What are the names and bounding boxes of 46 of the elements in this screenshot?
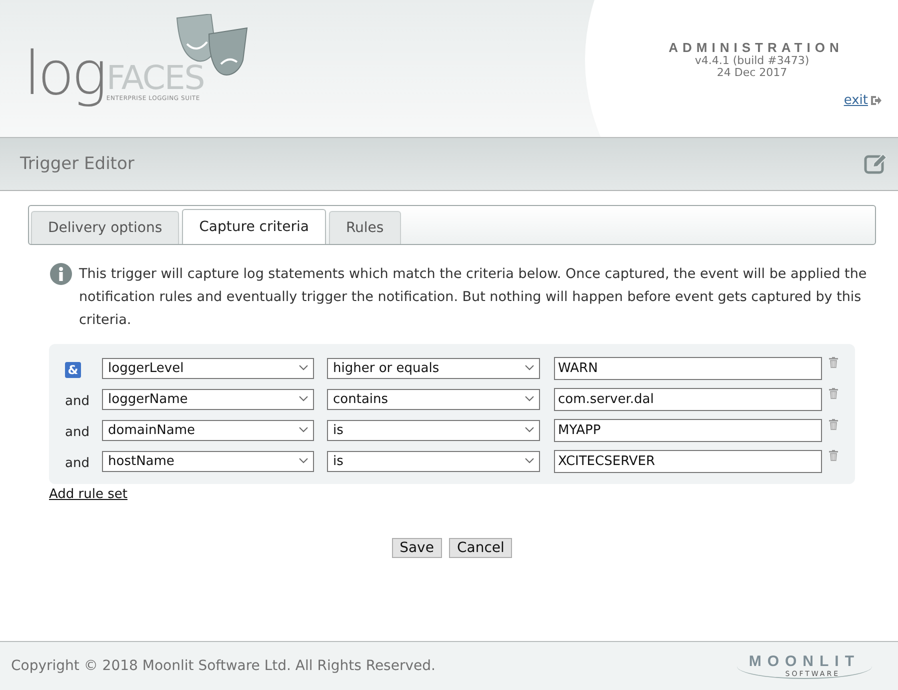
edit-icon[interactable] xyxy=(864,153,888,175)
logo-text: MOONLIT xyxy=(748,654,860,670)
value-field[interactable]: MYAPP xyxy=(554,418,822,442)
connector-text: and xyxy=(65,456,90,470)
form-button[interactable]: Save xyxy=(392,538,442,558)
page-title: Trigger Editor xyxy=(20,154,134,174)
date-text: 24 Dec 2017 xyxy=(716,67,788,79)
field-dropdown[interactable]: domainName xyxy=(102,420,314,440)
info-icon xyxy=(50,263,72,285)
trash-icon[interactable] xyxy=(829,450,838,461)
chevron-icon xyxy=(525,365,534,371)
trash-icon[interactable] xyxy=(829,419,838,430)
chevron-icon xyxy=(299,365,308,371)
logo-text: log xyxy=(24,44,104,104)
exit-link[interactable]: exit xyxy=(844,93,868,108)
value-field[interactable]: WARN xyxy=(554,356,822,380)
field-dropdown[interactable]: loggerName xyxy=(102,388,314,410)
chevron-icon xyxy=(299,427,308,433)
field-dropdown[interactable]: loggerLevel xyxy=(102,358,314,378)
tab[interactable]: Capture criteria xyxy=(182,209,326,244)
version-text: v4.4.1 (build #3473) xyxy=(694,55,810,67)
tab[interactable]: Rules xyxy=(328,211,401,244)
and-badge: & xyxy=(65,362,81,378)
value-field[interactable]: XCITECSERVER xyxy=(554,450,822,472)
operator-dropdown[interactable]: higher or equals xyxy=(327,358,540,378)
trash-icon[interactable] xyxy=(829,388,838,399)
form-button[interactable]: Cancel xyxy=(448,538,512,558)
copyright-text: Copyright © 2018 Moonlit Software Ltd. All Rights Reserved. xyxy=(11,658,436,674)
operator-dropdown[interactable]: is xyxy=(327,420,540,440)
chevron-icon xyxy=(299,458,308,464)
chevron-icon xyxy=(525,458,534,464)
operator-dropdown[interactable]: is xyxy=(327,450,540,472)
tab[interactable]: Delivery options xyxy=(31,211,180,244)
chevron-icon xyxy=(525,427,534,433)
section-title: ADMINISTRATION xyxy=(668,40,844,55)
operator-dropdown[interactable]: contains xyxy=(327,388,540,410)
info-text: This trigger will capture log statements which match the criteria below. Once captured, the event will be applied the notification rules and eventually trigger the notification. But nothing will happen before event gets captured by this criteria. xyxy=(79,265,868,330)
trash-icon[interactable] xyxy=(829,357,838,368)
connector-text: and xyxy=(65,424,90,440)
field-dropdown[interactable]: hostName xyxy=(102,450,314,472)
value-field[interactable]: com.server.dal xyxy=(554,388,822,410)
exit-icon xyxy=(870,95,882,106)
chevron-icon xyxy=(299,396,308,402)
chevron-icon xyxy=(525,396,534,402)
add-rule-set-link[interactable]: Add rule set xyxy=(49,487,128,502)
connector-text: and xyxy=(65,394,90,408)
